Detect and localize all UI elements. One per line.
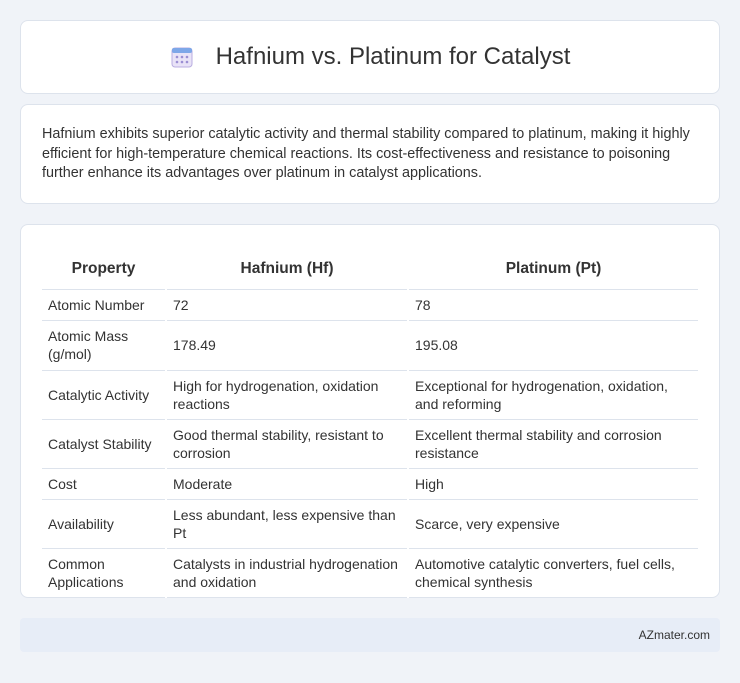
platinum-cell: Excellent thermal stability and corrosio… <box>407 419 698 469</box>
table-row: Atomic Mass (g/mol) 178.49 195.08 <box>42 320 698 371</box>
property-cell: Common Applications <box>42 548 166 598</box>
footer: AZmater.com <box>20 618 720 652</box>
footer-site-name: AZmater.com <box>638 628 710 642</box>
column-header-platinum: Platinum (Pt) <box>407 245 698 290</box>
column-header-property: Property <box>42 245 166 290</box>
property-cell: Catalytic Activity <box>42 370 166 420</box>
hafnium-cell: Moderate <box>165 468 408 500</box>
hafnium-cell: High for hydrogenation, oxidation reacti… <box>165 370 408 420</box>
table-row: Catalyst Stability Good thermal stabilit… <box>42 419 698 469</box>
hafnium-cell: Good thermal stability, resistant to cor… <box>165 419 408 469</box>
table-row: Availability Less abundant, less expensi… <box>42 499 698 549</box>
hafnium-cell: 178.49 <box>165 320 408 371</box>
table-row: Catalytic Activity High for hydrogenatio… <box>42 370 698 420</box>
platinum-cell: Automotive catalytic converters, fuel ce… <box>407 548 698 598</box>
title-wrap: Hafnium vs. Platinum for Catalyst <box>170 43 571 71</box>
hafnium-cell: Less abundant, less expensive than Pt <box>165 499 408 549</box>
property-cell: Catalyst Stability <box>42 419 166 469</box>
property-cell: Cost <box>42 468 166 500</box>
property-cell: Atomic Mass (g/mol) <box>42 320 166 371</box>
table-header-row: Property Hafnium (Hf) Platinum (Pt) <box>42 245 698 290</box>
platinum-cell: Scarce, very expensive <box>407 499 698 549</box>
hafnium-cell: 72 <box>165 289 408 321</box>
intro-paragraph: Hafnium exhibits superior catalytic acti… <box>42 126 690 182</box>
table-row: Atomic Number 72 78 <box>42 289 698 321</box>
hafnium-cell: Catalysts in industrial hydrogenation an… <box>165 548 408 598</box>
header-card: Hafnium vs. Platinum for Catalyst <box>20 20 720 94</box>
property-cell: Availability <box>42 499 166 549</box>
table-row: Common Applications Catalysts in industr… <box>42 548 698 598</box>
table-card: Property Hafnium (Hf) Platinum (Pt) Atom… <box>20 224 720 598</box>
page-title: Hafnium vs. Platinum for Catalyst <box>215 43 571 70</box>
platinum-cell: Exceptional for hydrogenation, oxidation… <box>407 370 698 420</box>
platinum-cell: 78 <box>407 289 698 321</box>
table-row: Cost Moderate High <box>42 468 698 500</box>
platinum-cell: 195.08 <box>407 320 698 371</box>
property-cell: Atomic Number <box>42 289 166 321</box>
platinum-cell: High <box>407 468 698 500</box>
comparison-table: Property Hafnium (Hf) Platinum (Pt) Atom… <box>42 245 698 598</box>
intro-card: Hafnium exhibits superior catalytic acti… <box>20 104 720 204</box>
column-header-hafnium: Hafnium (Hf) <box>165 245 408 290</box>
calendar-icon <box>170 45 194 69</box>
